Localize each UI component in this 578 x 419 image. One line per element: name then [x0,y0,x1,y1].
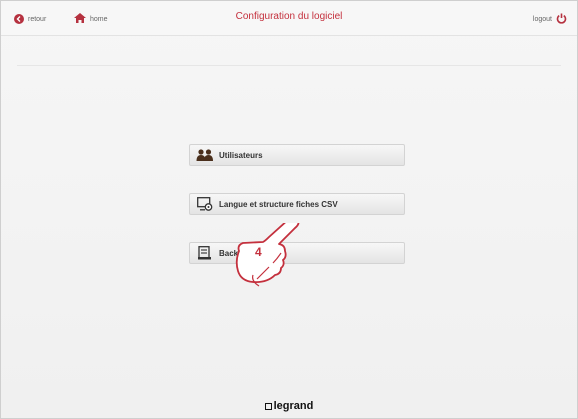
callout-number: 4 [255,245,262,259]
users-icon [196,148,214,162]
app-window: retour home Configuration du logiciel lo… [0,0,578,419]
logout-label: logout [532,15,552,23]
users-button[interactable]: Utilisateurs [189,144,405,166]
backup-icon [196,246,214,260]
legrand-logo-text: legrand [273,400,314,412]
language-csv-button[interactable]: Langue et structure fiches CSV [189,193,405,215]
legrand-logo-mark [264,402,272,410]
language-csv-button-label: Langue et structure fiches CSV [219,199,338,209]
legrand-logo: legrand [1,400,577,412]
top-bar: retour home Configuration du logiciel lo… [1,1,577,36]
screen-settings-icon [196,197,214,211]
power-icon [556,13,567,26]
page-title: Configuration du logiciel [235,11,343,22]
header-divider [17,65,561,66]
users-button-label: Utilisateurs [219,150,263,160]
pointing-hand-icon [235,223,300,287]
logout-button[interactable]: logout [533,12,567,26]
